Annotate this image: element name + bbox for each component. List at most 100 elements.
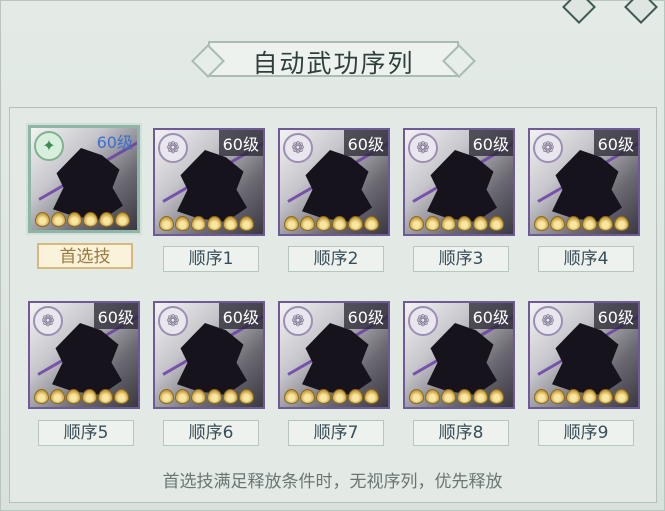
flame-icon [67,212,82,227]
skill-slot-9[interactable]: ❁ 60级 [528,301,640,409]
skill-slot-6[interactable]: ❁ 60级 [153,301,265,409]
sequence-tag: 顺序9 [538,420,634,446]
flame-icon [223,389,238,404]
flame-row [159,389,254,404]
flame-icon [34,389,49,404]
flame-icon [239,216,254,231]
flame-row [34,389,129,404]
swirl-emblem-icon: ❁ [158,306,188,336]
skill-level: 60级 [468,303,513,329]
sequence-tag: 顺序3 [413,246,509,272]
skill-slot-4[interactable]: ❁ 60级 [528,128,640,236]
flame-icon [66,389,81,404]
flame-icon [566,216,581,231]
title-banner: 自动武功序列 [191,38,476,80]
skill-slot-primary[interactable]: ✦ 60级 [26,123,142,235]
flame-icon [582,389,597,404]
flame-icon [457,389,472,404]
arrow-emblem-icon: ✦ [34,131,64,161]
flame-icon [473,389,488,404]
sequence-tag: 顺序8 [413,420,509,446]
flame-icon [332,389,347,404]
flame-icon [300,389,315,404]
skill-level: 60级 [593,303,638,329]
flame-icon [83,212,98,227]
flame-icon [534,389,549,404]
skill-level: 60级 [343,130,388,156]
flame-icon [364,216,379,231]
corner-ornament-icon [624,0,658,24]
flame-row [284,216,379,231]
skill-level: 60级 [218,303,263,329]
flame-row [409,389,504,404]
page-title: 自动武功序列 [252,49,415,78]
flame-icon [207,389,222,404]
flame-row [534,216,629,231]
primary-skill-tag: 首选技 [37,243,133,269]
flame-icon [598,389,613,404]
flame-icon [566,389,581,404]
swirl-emblem-icon: ❁ [158,133,188,163]
swirl-emblem-icon: ❁ [408,133,438,163]
flame-icon [191,389,206,404]
flame-icon [457,216,472,231]
flame-icon [489,216,504,231]
flame-icon [284,389,299,404]
flame-icon [409,216,424,231]
flame-icon [316,216,331,231]
flame-icon [175,389,190,404]
skill-slot-7[interactable]: ❁ 60级 [278,301,390,409]
flame-row [159,216,254,231]
skill-level: 60级 [593,130,638,156]
skill-level: 60级 [343,303,388,329]
skill-slot-8[interactable]: ❁ 60级 [403,301,515,409]
flame-icon [550,216,565,231]
flame-icon [98,389,113,404]
flame-icon [35,212,50,227]
flame-icon [425,216,440,231]
corner-ornament-icon [562,0,596,24]
flame-icon [614,389,629,404]
flame-row [534,389,629,404]
skill-slot-2[interactable]: ❁ 60级 [278,128,390,236]
sequence-tag: 顺序2 [288,246,384,272]
sequence-tag: 顺序5 [38,420,134,446]
flame-icon [300,216,315,231]
flame-icon [50,389,65,404]
flame-row [409,216,504,231]
flame-icon [489,389,504,404]
flame-row [284,389,379,404]
flame-icon [223,216,238,231]
flame-icon [114,389,129,404]
flame-icon [159,389,174,404]
flame-icon [239,389,254,404]
flame-icon [51,212,66,227]
swirl-emblem-icon: ❁ [33,306,63,336]
swirl-emblem-icon: ❁ [408,306,438,336]
flame-icon [175,216,190,231]
sequence-tag: 顺序6 [163,420,259,446]
skill-level: 60级 [93,303,138,329]
swirl-emblem-icon: ❁ [283,306,313,336]
flame-icon [348,216,363,231]
sequence-tag: 顺序1 [163,246,259,272]
sequence-tag: 顺序4 [538,246,634,272]
skill-slot-5[interactable]: ❁ 60级 [28,301,140,409]
flame-icon [473,216,488,231]
flame-icon [191,216,206,231]
flame-icon [159,216,174,231]
footer-note: 首选技满足释放条件时，无视序列，优先释放 [162,472,503,492]
flame-icon [115,212,130,227]
swirl-emblem-icon: ❁ [533,306,563,336]
flame-icon [316,389,331,404]
flame-icon [550,389,565,404]
sequence-tag: 顺序7 [288,420,384,446]
skill-slot-3[interactable]: ❁ 60级 [403,128,515,236]
flame-icon [348,389,363,404]
flame-row [35,212,130,227]
flame-icon [207,216,222,231]
flame-icon [534,216,549,231]
flame-icon [409,389,424,404]
auto-skill-sequence-panel: 自动武功序列 ✦ 60级 首选技 ❁ 60级 顺序1 ❁ 60级 顺序2 ❁ 6… [0,0,665,511]
skill-slot-1[interactable]: ❁ 60级 [153,128,265,236]
